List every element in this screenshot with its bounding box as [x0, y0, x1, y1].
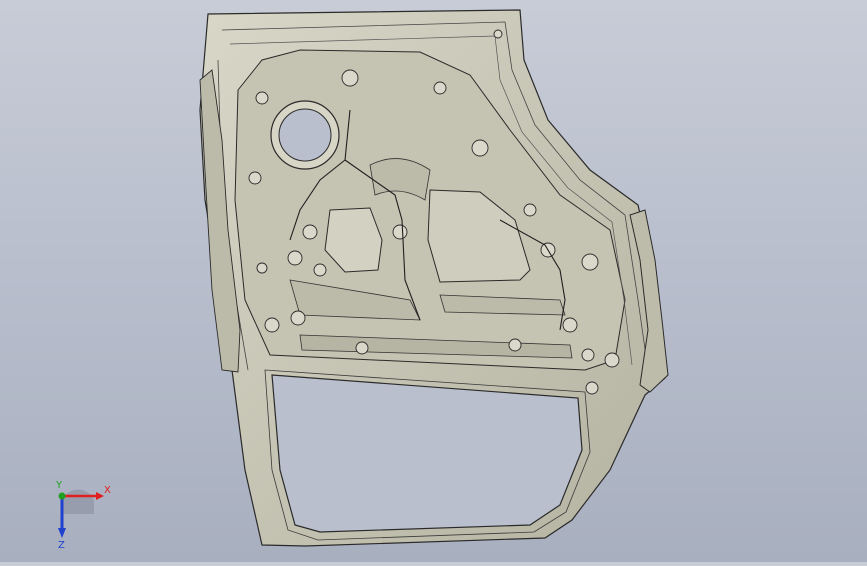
- boss: [433, 81, 447, 95]
- boss: [562, 317, 578, 333]
- boss: [287, 250, 303, 266]
- x-axis-arrow: [96, 492, 104, 500]
- boss: [471, 139, 489, 157]
- boss: [581, 348, 595, 362]
- x-axis-label: X: [104, 485, 111, 496]
- triad-shadow: [60, 489, 94, 514]
- boss: [392, 224, 408, 240]
- z-axis-arrow: [58, 528, 66, 538]
- boss: [302, 224, 318, 240]
- boss: [290, 310, 306, 326]
- boss: [341, 69, 359, 87]
- boss: [585, 381, 599, 395]
- boss: [581, 253, 599, 271]
- boss: [493, 29, 503, 39]
- speaker-opening-inner: [278, 108, 332, 162]
- boss: [313, 263, 327, 277]
- y-axis-dot: [58, 492, 66, 500]
- y-axis-label: Y: [55, 480, 63, 491]
- boss: [604, 352, 620, 368]
- coordinate-triad: X Y Z: [44, 480, 114, 551]
- window-opening: [271, 374, 583, 533]
- boss: [508, 338, 522, 352]
- boss: [264, 317, 280, 333]
- z-axis-label: Z: [58, 540, 65, 550]
- door-inner-panel-model[interactable]: [0, 0, 867, 562]
- boss: [256, 262, 268, 274]
- boss: [355, 341, 369, 355]
- boss: [255, 91, 269, 105]
- boss: [248, 171, 262, 185]
- boss: [523, 203, 537, 217]
- cad-graphics-viewport[interactable]: X Y Z: [0, 0, 867, 562]
